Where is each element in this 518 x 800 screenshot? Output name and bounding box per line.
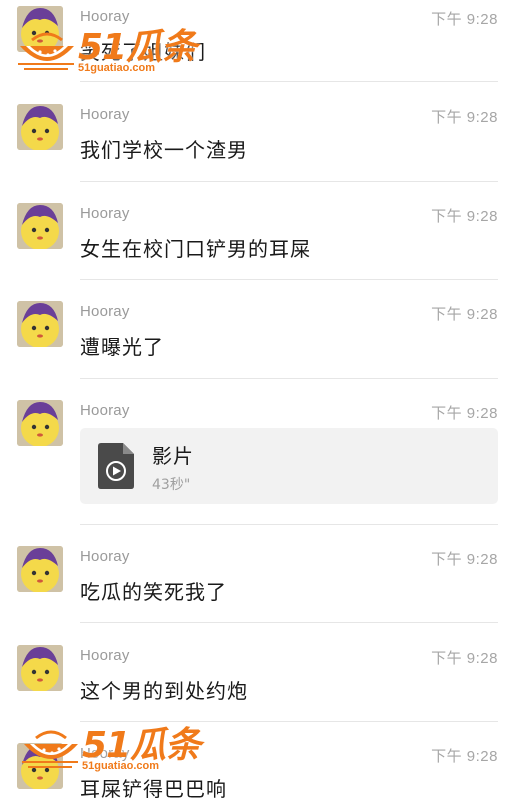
- message-time: 下午 9:28: [431, 11, 498, 28]
- video-title: 影片: [152, 444, 194, 468]
- sender-name: Hooray: [80, 647, 130, 664]
- video-attachment[interactable]: 影片 43秒": [80, 428, 498, 504]
- avatar-image: [17, 203, 63, 249]
- avatar[interactable]: [17, 645, 63, 691]
- sender-name: Hooray: [80, 205, 130, 222]
- avatar[interactable]: [17, 104, 63, 150]
- message-text: 我们学校一个渣男: [80, 138, 248, 162]
- sender-name: Hooray: [80, 106, 130, 123]
- avatar[interactable]: [17, 301, 63, 347]
- watermelon-icon: [22, 730, 78, 768]
- avatar-image: [17, 645, 63, 691]
- message-item[interactable]: Hooray 下午 9:28 这个男的到处约炮: [0, 639, 518, 722]
- message-time: 下午 9:28: [431, 405, 498, 422]
- sender-name: Hooray: [80, 402, 130, 419]
- divider: [80, 524, 498, 525]
- avatar-image: [17, 301, 63, 347]
- video-duration: 43秒": [152, 477, 191, 493]
- avatar[interactable]: [17, 203, 63, 249]
- message-text: 女生在校门口铲男的耳屎: [80, 237, 311, 261]
- message-time: 下午 9:28: [431, 551, 498, 568]
- message-text: 这个男的到处约炮: [80, 679, 248, 703]
- avatar-image: [17, 546, 63, 592]
- divider: [80, 279, 498, 280]
- watermark-logo: 51瓜条 51guatiao.com: [22, 716, 202, 778]
- message-time: 下午 9:28: [431, 306, 498, 323]
- watermark-url: 51guatiao.com: [82, 760, 160, 772]
- avatar-image: [17, 104, 63, 150]
- watermelon-icon: [18, 32, 74, 70]
- message-text: 吃瓜的笑死我了: [80, 580, 227, 604]
- sender-name: Hooray: [80, 548, 130, 565]
- avatar-image: [17, 400, 63, 446]
- divider: [80, 622, 498, 623]
- avatar[interactable]: [17, 546, 63, 592]
- message-time: 下午 9:28: [431, 208, 498, 225]
- message-time: 下午 9:28: [431, 650, 498, 667]
- watermark-logo: 51瓜条 51guatiao.com: [18, 18, 198, 80]
- divider: [80, 378, 498, 379]
- divider: [80, 181, 498, 182]
- message-text: 遭曝光了: [80, 335, 164, 359]
- message-time: 下午 9:28: [431, 748, 498, 765]
- message-item[interactable]: Hooray 下午 9:28 吃瓜的笑死我了: [0, 540, 518, 623]
- video-file-icon: [98, 443, 134, 489]
- message-item[interactable]: Hooray 下午 9:28 遭曝光了: [0, 295, 518, 379]
- message-item[interactable]: Hooray 下午 9:28 女生在校门口铲男的耳屎: [0, 197, 518, 280]
- message-time: 下午 9:28: [431, 109, 498, 126]
- watermark-url: 51guatiao.com: [78, 62, 156, 74]
- divider: [80, 81, 498, 82]
- avatar[interactable]: [17, 400, 63, 446]
- sender-name: Hooray: [80, 303, 130, 320]
- message-item[interactable]: Hooray 下午 9:28 我们学校一个渣男: [0, 98, 518, 182]
